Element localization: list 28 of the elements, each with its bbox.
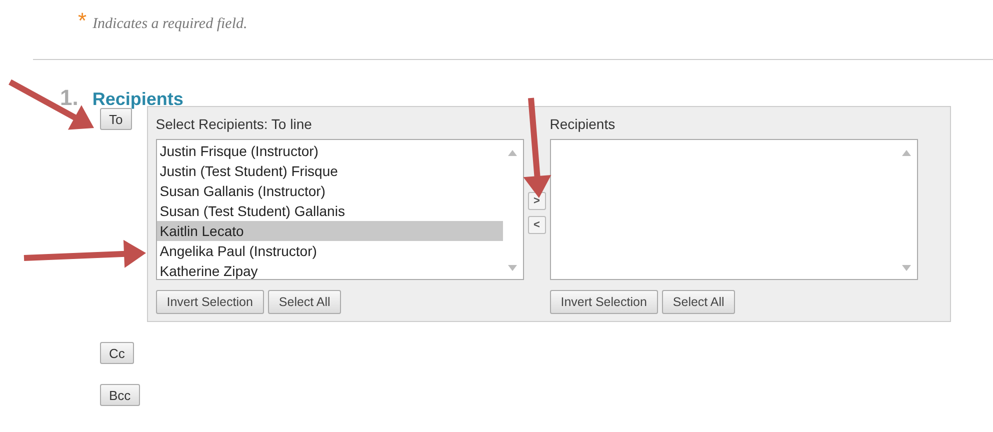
list-action-button[interactable]: Select All [268, 290, 342, 314]
list-label: Recipients [550, 115, 616, 133]
list-option[interactable]: Susan (Test Student) Gallanis [156, 201, 503, 221]
cc-button[interactable]: Cc [100, 342, 134, 364]
move-button[interactable]: > [528, 192, 546, 210]
list-option[interactable]: Kaitlin Lecato [156, 221, 503, 241]
list-option[interactable]: Justin (Test Student) Frisque [156, 161, 503, 181]
section-title: Recipients [92, 89, 184, 110]
list-option[interactable]: Justin Frisque (Instructor) [156, 141, 503, 161]
required-note: Indicates a required field. [92, 16, 248, 33]
list-label: Select Recipients: To line [156, 115, 313, 133]
move-button[interactable]: < [528, 216, 546, 234]
list-option[interactable]: Susan Gallanis (Instructor) [156, 181, 503, 201]
scroll-up-icon[interactable] [508, 150, 517, 156]
required-marker: * [78, 10, 87, 32]
list-option[interactable]: Angelika Paul (Instructor) [156, 241, 503, 261]
bcc-button[interactable]: Bcc [100, 384, 140, 406]
list-option[interactable]: Katherine Zipay [156, 261, 503, 281]
list-action-button[interactable]: Invert Selection [156, 290, 264, 314]
scroll-down-icon[interactable] [902, 265, 911, 271]
to-button[interactable]: To [100, 108, 132, 130]
available-list[interactable]: Justin Frisque (Instructor) Justin (Test Student) Frisque Susan Gallanis (Instructor) Susan (Test Student) Gallanis Kaitlin Lecato Angelika Paul (Instructor) Katherine Zipay [156, 139, 524, 280]
scroll-up-icon[interactable] [902, 150, 911, 156]
recipients-list[interactable] [550, 139, 918, 280]
step-number: 1. [60, 85, 78, 111]
list-action-button[interactable]: Select All [662, 290, 736, 314]
list-action-button[interactable]: Invert Selection [550, 290, 658, 314]
scroll-down-icon[interactable] [508, 265, 517, 271]
